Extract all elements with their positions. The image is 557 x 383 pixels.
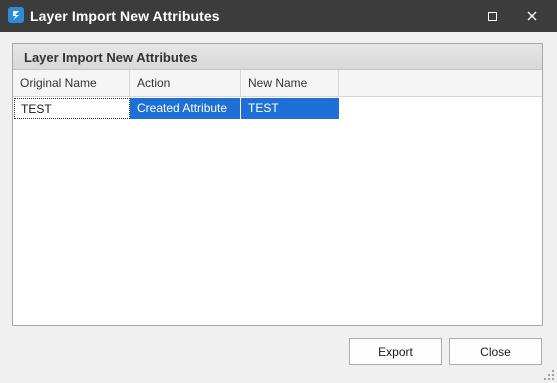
column-header-original-name[interactable]: Original Name xyxy=(13,70,130,97)
maximize-button[interactable] xyxy=(476,0,508,32)
window-title: Layer Import New Attributes xyxy=(30,8,220,24)
title-bar: Layer Import New Attributes xyxy=(0,0,557,32)
column-header-new-name[interactable]: New Name xyxy=(241,70,339,97)
close-icon xyxy=(527,11,537,21)
app-logo-icon xyxy=(8,7,24,23)
header-filler xyxy=(339,70,542,97)
close-button[interactable]: Close xyxy=(449,338,542,365)
close-window-button[interactable] xyxy=(516,0,548,32)
grid-header: Original Name Action New Name xyxy=(13,70,542,97)
attributes-grid[interactable]: Original Name Action New Name TEST Creat… xyxy=(13,70,542,325)
panel-header: Layer Import New Attributes xyxy=(13,44,542,70)
maximize-icon xyxy=(487,11,497,21)
cell-new-name[interactable]: TEST xyxy=(241,98,339,119)
attributes-panel: Layer Import New Attributes Original Nam… xyxy=(12,43,543,326)
panel-title: Layer Import New Attributes xyxy=(24,50,198,65)
resize-grip-icon[interactable] xyxy=(543,369,555,381)
column-header-action[interactable]: Action xyxy=(130,70,241,97)
export-button[interactable]: Export xyxy=(349,338,442,365)
cell-original-name[interactable]: TEST xyxy=(14,98,130,119)
table-row[interactable]: TEST Created Attribute TEST xyxy=(13,98,339,119)
cell-action[interactable]: Created Attribute xyxy=(130,98,241,119)
